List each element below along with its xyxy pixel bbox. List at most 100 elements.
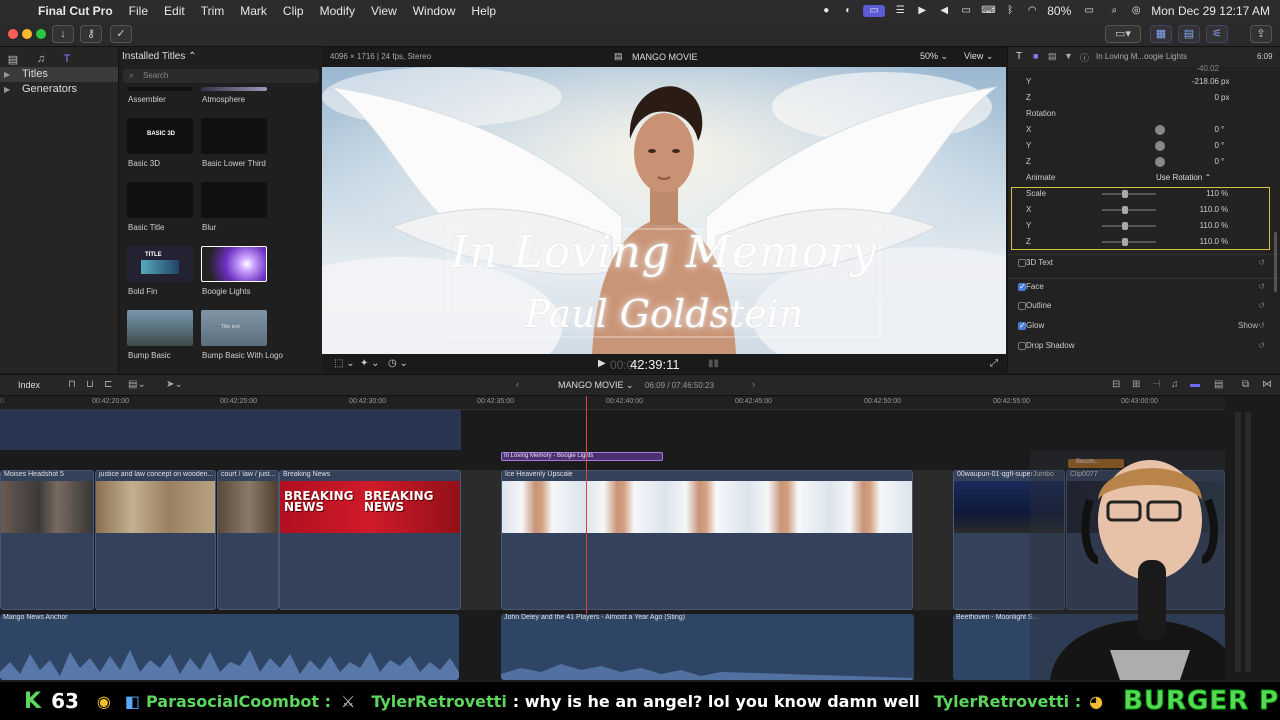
- record-icon[interactable]: ●: [819, 5, 833, 17]
- play-circle-icon[interactable]: ▶: [915, 5, 929, 17]
- clock[interactable]: Mon Dec 29 12:17 AM: [1151, 4, 1270, 18]
- inspector-row-scale-z[interactable]: Z 110.0 %: [1008, 234, 1280, 250]
- face-checkbox[interactable]: [1018, 279, 1026, 295]
- row-value[interactable]: 0: [1215, 90, 1219, 106]
- insert-edit-icon[interactable]: ⊔: [86, 379, 94, 390]
- inspector-toggle-icon[interactable]: ⚟: [1206, 25, 1228, 43]
- timeline-index-icon[interactable]: ▤: [1214, 379, 1223, 390]
- video-clip[interactable]: court / law / just...: [217, 470, 279, 610]
- title-thumb[interactable]: [127, 182, 193, 218]
- reset-icon[interactable]: ↺: [1258, 298, 1265, 314]
- menu-trim[interactable]: Trim: [193, 4, 233, 18]
- select-tool-icon[interactable]: ➤⌄: [166, 379, 183, 390]
- title-thumb[interactable]: BASIC 3D: [127, 118, 193, 154]
- title-thumb[interactable]: [127, 87, 193, 91]
- sidebar-item-generators[interactable]: ▶ Generators: [0, 82, 118, 97]
- minimize-window-button[interactable]: [22, 29, 32, 39]
- rotation-knob[interactable]: [1155, 125, 1165, 135]
- inspector-row-position-y[interactable]: Y -218.06 px: [1008, 74, 1280, 90]
- browser-header[interactable]: Installed Titles ⌃: [122, 51, 197, 62]
- row-value[interactable]: 110: [1206, 186, 1219, 202]
- scale-slider[interactable]: [1102, 190, 1156, 198]
- section-glow[interactable]: Glow Show ↺: [1008, 318, 1280, 334]
- outline-checkbox[interactable]: [1018, 302, 1026, 310]
- reset-icon[interactable]: ↺: [1258, 338, 1265, 354]
- video-clip[interactable]: Ice Heavenly Upscale: [501, 470, 913, 610]
- menu-window[interactable]: Window: [405, 4, 464, 18]
- transitions-browser-icon[interactable]: ⋈: [1262, 379, 1272, 390]
- row-value[interactable]: 110.0: [1200, 234, 1219, 250]
- wifi-icon[interactable]: ◠: [1025, 5, 1039, 17]
- video-inspector-icon[interactable]: ■: [1033, 51, 1038, 61]
- rotation-knob[interactable]: [1155, 157, 1165, 167]
- section-outline[interactable]: Outline ↺: [1008, 298, 1280, 314]
- overwrite-edit-icon[interactable]: ▤⌄: [128, 379, 146, 390]
- connect-edit-icon[interactable]: ⊓: [68, 379, 76, 390]
- audio-clip[interactable]: John Deley and the 41 Players - Almost a…: [501, 614, 914, 680]
- volume-icon[interactable]: ◀: [937, 5, 951, 17]
- inspector-row-rotation-x[interactable]: X 0 °: [1008, 122, 1280, 138]
- row-value[interactable]: -218.06: [1192, 74, 1219, 90]
- rotation-knob[interactable]: [1155, 141, 1165, 151]
- filter-icon[interactable]: ▼: [1064, 51, 1073, 61]
- transform-icon[interactable]: ⬚ ⌄: [334, 358, 355, 369]
- append-edit-icon[interactable]: ⊏: [104, 379, 112, 390]
- inspector-row-scale[interactable]: Scale 110 %: [1008, 186, 1280, 202]
- 3d-text-checkbox[interactable]: [1018, 259, 1026, 267]
- title-thumb[interactable]: [201, 118, 267, 154]
- close-window-button[interactable]: [8, 29, 18, 39]
- animate-dropdown[interactable]: Use Rotation ⌃: [1156, 170, 1211, 186]
- viewer-timecode[interactable]: 42:39:11: [630, 357, 680, 372]
- gap-clip[interactable]: [461, 470, 501, 610]
- effects-browser-icon[interactable]: ⧉: [1242, 379, 1249, 390]
- browser-toggle-icon[interactable]: ▦: [1150, 25, 1172, 43]
- background-tasks-icon[interactable]: ✓: [110, 25, 132, 43]
- gauge-icon[interactable]: ◐: [841, 5, 855, 17]
- control-center-icon[interactable]: ◎: [1129, 5, 1143, 17]
- play-button[interactable]: ▶: [598, 358, 606, 369]
- snapping-icon[interactable]: ▬: [1190, 379, 1200, 390]
- slider-handle[interactable]: [1122, 238, 1128, 246]
- search-icon[interactable]: ⌕: [1107, 5, 1121, 17]
- disclosure-icon[interactable]: ▶: [4, 67, 10, 82]
- inspector-row-scale-x[interactable]: X 110.0 %: [1008, 202, 1280, 218]
- disclosure-icon[interactable]: ▶: [4, 82, 10, 97]
- audio-clip[interactable]: Mango News Anchor: [0, 614, 459, 680]
- drop-shadow-checkbox[interactable]: [1018, 342, 1026, 350]
- row-value[interactable]: 110.0: [1200, 218, 1219, 234]
- index-button[interactable]: Index: [18, 380, 40, 390]
- slider-handle[interactable]: [1122, 206, 1128, 214]
- section-3d-text[interactable]: 3D Text ↺: [1008, 254, 1280, 270]
- menu-mark[interactable]: Mark: [232, 4, 275, 18]
- scale-slider[interactable]: [1102, 238, 1156, 246]
- zoom-dropdown[interactable]: 50% ⌄: [920, 51, 948, 62]
- reset-icon[interactable]: ↺: [1258, 318, 1265, 334]
- timeline-ruler[interactable]: 0 00:42:20:00 00:42:25:00 00:42:30:00 00…: [0, 396, 1225, 410]
- effects-library-icon[interactable]: ♫: [34, 53, 48, 65]
- section-face[interactable]: Face ↺: [1008, 278, 1280, 295]
- title-clip[interactable]: In Loving Memory - Boogie Lights: [501, 452, 663, 461]
- headphones-icon[interactable]: ♫: [1171, 379, 1179, 390]
- title-thumb[interactable]: Title text: [201, 310, 267, 346]
- slider-handle[interactable]: [1122, 222, 1128, 230]
- battery-icon[interactable]: ▭: [1079, 5, 1099, 17]
- menu-view[interactable]: View: [363, 4, 405, 18]
- row-value[interactable]: 0: [1215, 154, 1219, 170]
- title-thumb[interactable]: [201, 182, 267, 218]
- menu-edit[interactable]: Edit: [156, 4, 193, 18]
- reset-icon[interactable]: ↺: [1258, 279, 1265, 295]
- search-input[interactable]: ⌕ Search: [123, 69, 319, 83]
- menu-app-name[interactable]: Final Cut Pro: [30, 4, 121, 18]
- inspector-row-position-z[interactable]: Z 0 px: [1008, 90, 1280, 106]
- skimming-icon[interactable]: ⊣: [1152, 379, 1161, 390]
- speed-icon[interactable]: ◷ ⌄: [388, 358, 408, 369]
- zoom-icon[interactable]: ⊞: [1132, 379, 1140, 390]
- sidebar-item-titles[interactable]: ▶ Titles: [0, 67, 118, 82]
- inspector-scrollbar[interactable]: [1274, 232, 1277, 292]
- video-clip[interactable]: Breaking News BREAKING NEWS BREAKING NEW…: [279, 470, 461, 610]
- display-icon[interactable]: ▭: [959, 5, 973, 17]
- slider-handle[interactable]: [1122, 190, 1128, 198]
- inspector-row-animate[interactable]: Animate Use Rotation ⌃: [1008, 170, 1280, 186]
- timeline[interactable]: In Loving Memory - Boogie Lights Moises …: [0, 396, 1225, 680]
- import-icon[interactable]: ↓: [52, 25, 74, 43]
